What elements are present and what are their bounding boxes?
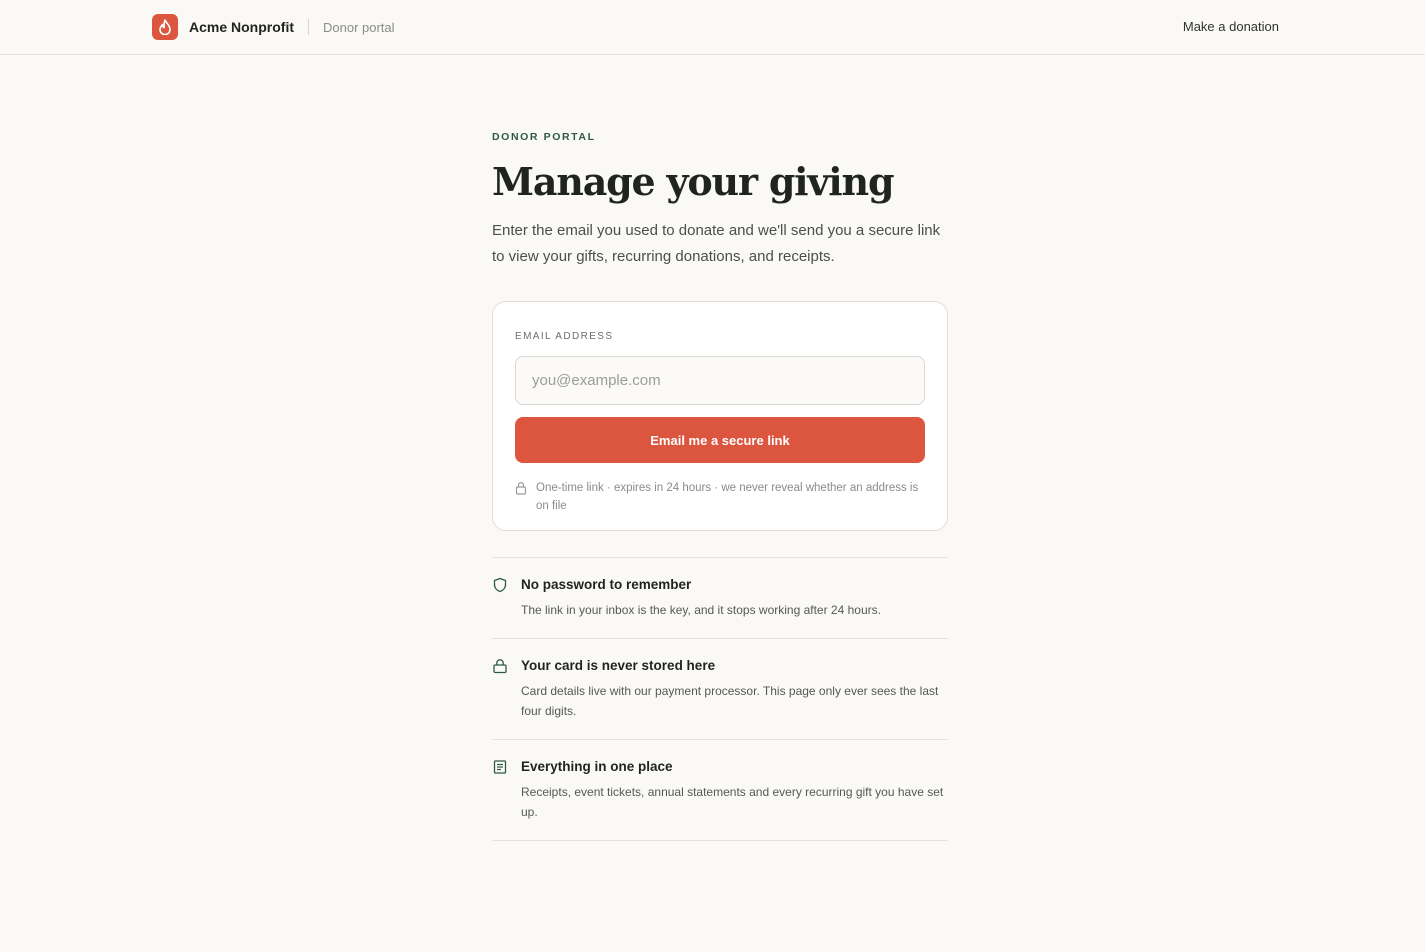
feature-item: Your card is never stored here Card deta… bbox=[492, 639, 948, 740]
security-note-text: One-time link · expires in 24 hours · we… bbox=[536, 482, 919, 512]
lead-text: Enter the email you used to donate and w… bbox=[492, 222, 941, 265]
feature-title: Everything in one place bbox=[521, 759, 673, 774]
brand[interactable]: Acme Nonprofit Donor portal bbox=[152, 14, 395, 40]
flame-icon bbox=[152, 14, 178, 40]
top-bar: Acme Nonprofit Donor portal Make a donat… bbox=[0, 0, 1425, 55]
lock-icon bbox=[515, 481, 527, 495]
feature-title: Your card is never stored here bbox=[521, 658, 716, 673]
feature-title: No password to remember bbox=[521, 577, 692, 592]
page-title: Manage your giving bbox=[492, 159, 895, 204]
feature-list: No password to remember The link in your… bbox=[492, 557, 948, 841]
email-input[interactable] bbox=[515, 356, 925, 405]
make-donation-link[interactable]: Make a donation bbox=[1183, 19, 1279, 34]
main-content: DONOR PORTAL Manage your giving Enter th… bbox=[492, 131, 948, 841]
security-note: One-time link · expires in 24 hours · we… bbox=[515, 479, 925, 515]
email-label: EMAIL ADDRESS bbox=[515, 331, 614, 342]
eyebrow: DONOR PORTAL bbox=[492, 131, 596, 143]
brand-divider bbox=[308, 19, 309, 35]
brand-subtitle: Donor portal bbox=[323, 19, 395, 35]
receipt-icon bbox=[492, 759, 508, 775]
feature-item: No password to remember The link in your… bbox=[492, 558, 948, 639]
feature-item: Everything in one place Receipts, event … bbox=[492, 740, 948, 841]
feature-description: The link in your inbox is the key, and i… bbox=[521, 603, 881, 617]
shield-icon bbox=[492, 577, 508, 593]
send-link-button[interactable]: Email me a secure link bbox=[515, 417, 925, 463]
feature-description: Receipts, event tickets, annual statemen… bbox=[521, 785, 944, 819]
brand-name: Acme Nonprofit bbox=[189, 19, 294, 35]
feature-description: Card details live with our payment proce… bbox=[521, 684, 939, 718]
lock-icon bbox=[492, 658, 508, 674]
login-card: EMAIL ADDRESS Email me a secure link One… bbox=[492, 301, 948, 531]
